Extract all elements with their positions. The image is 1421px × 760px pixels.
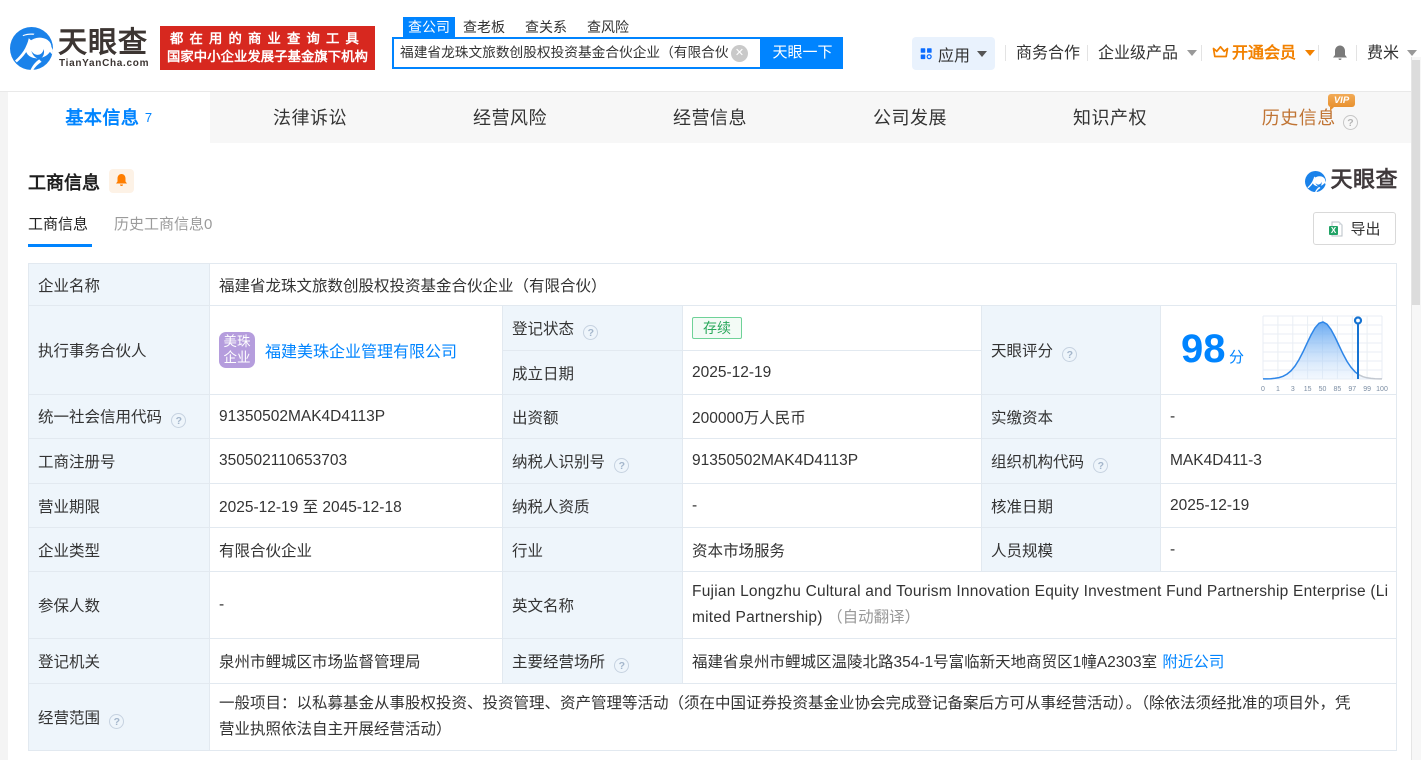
svg-text:50: 50 [1319, 386, 1327, 393]
svg-text:15: 15 [1304, 386, 1312, 393]
svg-text:100: 100 [1376, 386, 1388, 393]
svg-text:1: 1 [1276, 386, 1280, 393]
svg-text:0: 0 [1261, 386, 1265, 393]
svg-text:X: X [1331, 226, 1337, 235]
svg-text:97: 97 [1348, 386, 1356, 393]
svg-text:3: 3 [1291, 386, 1295, 393]
svg-text:99: 99 [1363, 386, 1371, 393]
svg-text:85: 85 [1334, 386, 1342, 393]
